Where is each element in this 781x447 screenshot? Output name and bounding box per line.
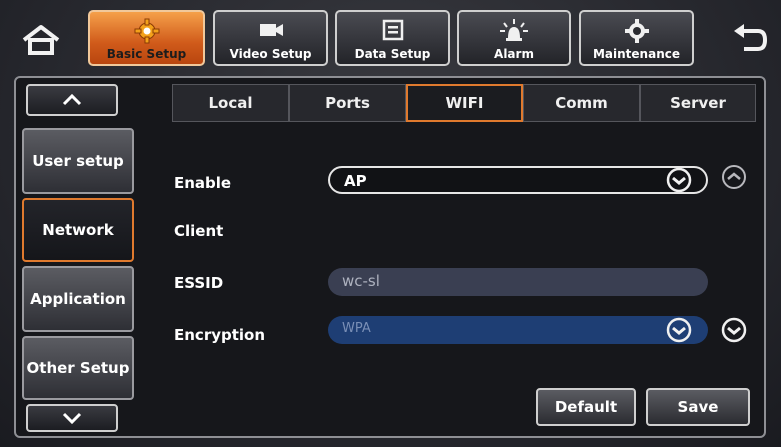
client-label: Client <box>174 222 224 240</box>
sidebar-item-label: Network <box>42 221 114 239</box>
dvr-settings-screen: Basic Setup Video Setup Data Setup Alarm… <box>0 0 781 447</box>
tab-server[interactable]: Server <box>640 84 756 122</box>
tab-label: Comm <box>555 94 608 112</box>
nav-video-setup-label: Video Setup <box>229 47 312 61</box>
storage-icon <box>337 18 448 42</box>
chevron-up-icon <box>62 93 82 106</box>
nav-basic-setup-label: Basic Setup <box>106 47 187 61</box>
sidebar-scroll-down-button[interactable] <box>26 404 118 432</box>
sidebar-item-user-setup[interactable]: User setup <box>22 128 134 194</box>
chevron-down-icon[interactable] <box>666 317 692 343</box>
sidebar-item-network[interactable]: Network <box>22 198 134 262</box>
encryption-select[interactable]: WPA <box>328 316 708 344</box>
default-button-label: Default <box>554 398 618 416</box>
sidebar-item-label: Application <box>30 290 126 308</box>
tab-ports[interactable]: Ports <box>289 84 406 122</box>
tab-label: WIFI <box>445 94 484 112</box>
enable-label: Enable <box>174 174 232 192</box>
nav-data-setup[interactable]: Data Setup <box>335 10 450 66</box>
essid-value: wc-sl <box>342 272 380 290</box>
essid-field[interactable]: wc-sl <box>328 268 708 296</box>
nav-alarm-label: Alarm <box>494 47 534 61</box>
tab-label: Server <box>670 94 726 112</box>
tab-comm[interactable]: Comm <box>523 84 640 122</box>
tab-label: Ports <box>325 94 370 112</box>
sidebar-item-other-setup[interactable]: Other Setup <box>22 336 134 400</box>
maintenance-gear-icon <box>581 18 692 43</box>
sidebar-item-label: Other Setup <box>26 359 130 377</box>
encryption-value: WPA <box>342 321 371 336</box>
alarm-light-icon <box>459 18 569 42</box>
tab-label: Local <box>208 94 253 112</box>
back-arrow-icon[interactable] <box>730 22 770 58</box>
video-camera-icon <box>215 18 326 42</box>
nav-alarm[interactable]: Alarm <box>457 10 571 66</box>
chevron-down-icon <box>62 412 82 425</box>
save-button-label: Save <box>677 398 719 416</box>
tab-wifi[interactable]: WIFI <box>406 84 523 122</box>
home-icon[interactable] <box>18 22 64 58</box>
essid-label: ESSID <box>174 274 224 292</box>
nav-data-setup-label: Data Setup <box>354 47 431 61</box>
settings-panel: User setup Network Application Other Set… <box>14 76 766 438</box>
nav-maintenance-label: Maintenance <box>592 47 680 61</box>
chevron-up-icon[interactable] <box>721 164 747 190</box>
default-button[interactable]: Default <box>536 388 636 426</box>
chevron-down-icon[interactable] <box>721 317 747 343</box>
gear-icon <box>90 18 203 44</box>
sidebar-item-application[interactable]: Application <box>22 266 134 332</box>
nav-video-setup[interactable]: Video Setup <box>213 10 328 66</box>
sidebar-item-label: User setup <box>32 152 124 170</box>
chevron-down-icon[interactable] <box>666 167 692 193</box>
encryption-label: Encryption <box>174 326 266 344</box>
nav-maintenance[interactable]: Maintenance <box>579 10 694 66</box>
enable-select-value: AP <box>344 172 367 190</box>
enable-select[interactable]: AP <box>328 166 708 194</box>
save-button[interactable]: Save <box>646 388 750 426</box>
nav-basic-setup[interactable]: Basic Setup <box>88 10 205 66</box>
sidebar-scroll-up-button[interactable] <box>26 84 118 116</box>
tab-local[interactable]: Local <box>172 84 289 122</box>
